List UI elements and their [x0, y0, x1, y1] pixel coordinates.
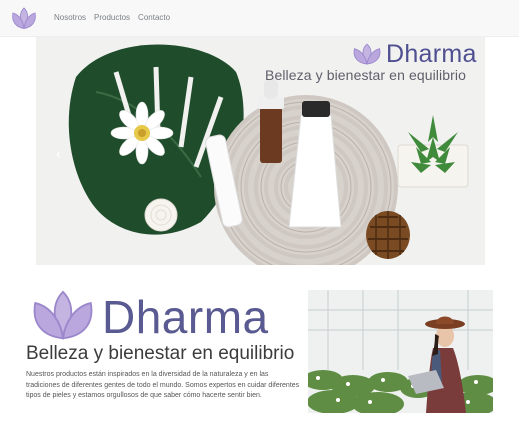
about-brand-word: Dharma [102, 291, 269, 343]
about-heading: Belleza y bienestar en equilibrio [26, 343, 295, 364]
about-brand: Dharma [26, 286, 301, 342]
carousel-tagline: Belleza y bienestar en equilibrio [265, 67, 466, 83]
nav-link-contacto[interactable]: Contacto [138, 13, 170, 22]
lotus-brand-icon [353, 43, 381, 65]
carousel-brand-word: Dharma [386, 40, 477, 68]
carousel-prev-icon[interactable]: ‹ [56, 145, 61, 161]
nav-links: Nosotros Productos Contacto [54, 13, 170, 22]
greenhouse-photo-image [308, 290, 493, 413]
nav-link-nosotros[interactable]: Nosotros [54, 13, 86, 22]
lotus-logo-icon[interactable] [7, 6, 41, 32]
carousel-brand: Dharma [349, 42, 477, 67]
lotus-brand-icon [33, 290, 93, 340]
navbar: Nosotros Productos Contacto [0, 0, 519, 37]
greenhouse-photo [308, 290, 493, 413]
nav-link-productos[interactable]: Productos [94, 13, 130, 22]
about-section: Dharma Belleza y bienestar en equilibrio… [26, 286, 301, 402]
hero-carousel[interactable]: ‹ Dharma Belleza y bienestar en equilibr… [36, 37, 485, 265]
about-body: Nuestros productos están inspirados en l… [26, 370, 300, 400]
